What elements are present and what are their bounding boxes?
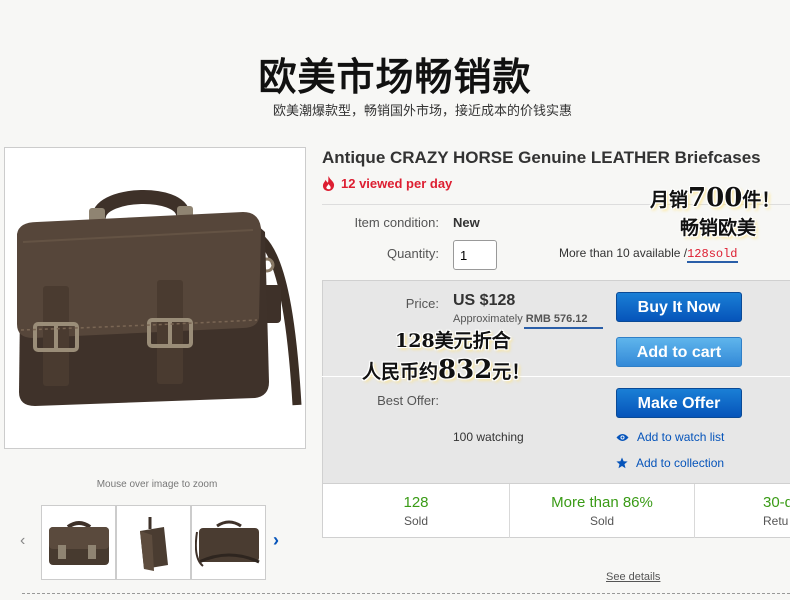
- condition-value: New: [453, 215, 480, 230]
- see-details-link[interactable]: See details: [606, 571, 660, 583]
- best-offer-label: Best Offer:: [377, 393, 439, 408]
- add-to-watch-list-link[interactable]: Add to watch list: [616, 430, 724, 444]
- make-offer-button[interactable]: Make Offer: [616, 388, 742, 418]
- quantity-label: Quantity:: [386, 246, 439, 261]
- promo-rmb-price: 人民币约832元！: [362, 355, 530, 385]
- flame-icon: [322, 176, 335, 191]
- stats-strip: 128 Sold More than 86% Sold 30-d Retu: [323, 483, 790, 538]
- condition-label: Item condition:: [354, 215, 439, 230]
- eye-icon: [616, 433, 629, 441]
- banner-subtitle: 欧美潮爆款型，畅销国外市场，接近成本的价钱实惠: [272, 104, 572, 119]
- briefcase-thumb-side: [139, 516, 168, 571]
- promo-number: 700: [688, 183, 743, 213]
- stat-value: 128: [403, 494, 429, 511]
- promo-text: 元！: [492, 361, 531, 383]
- thumbnail-front[interactable]: [41, 505, 116, 580]
- approx-label: Approximately: [453, 313, 523, 325]
- briefcase-image: [17, 190, 302, 406]
- viewed-per-day: 12 viewed per day: [322, 176, 452, 191]
- main-product-image[interactable]: [4, 147, 306, 449]
- approx-rmb: RMB 576.12: [525, 313, 588, 325]
- dashed-divider: [22, 593, 790, 594]
- add-to-collection-link[interactable]: Add to collection: [616, 456, 724, 470]
- stat-returns: 30-d Retu: [695, 484, 790, 538]
- star-icon: [616, 457, 628, 469]
- viewed-text: 12 viewed per day: [341, 176, 453, 191]
- price-label: Price:: [405, 296, 439, 311]
- promo-bestseller: 畅销欧美: [680, 217, 757, 239]
- briefcase-thumb-open: [194, 520, 260, 567]
- promo-text: 人民币约: [362, 361, 439, 383]
- rmb-underline: [524, 327, 603, 329]
- listing-title: Antique CRAZY HORSE Genuine LEATHER Brie…: [322, 148, 761, 167]
- briefcase-thumb-front: [48, 520, 109, 565]
- stat-sold: 128 Sold: [323, 484, 510, 538]
- thumbnail-side[interactable]: [116, 505, 191, 580]
- promo-text: 件！: [742, 189, 781, 211]
- chevron-left-icon[interactable]: ‹: [20, 532, 25, 550]
- chevron-right-icon[interactable]: ›: [273, 530, 279, 551]
- thumbnail-open[interactable]: [191, 505, 266, 580]
- add-to-cart-button[interactable]: Add to cart: [616, 337, 742, 367]
- promo-monthly-sales: 月销700件！: [650, 183, 780, 213]
- availability: More than 10 available /128sold: [559, 246, 738, 263]
- banner-title: 欧美市场畅销款: [258, 55, 532, 99]
- stat-value: More than 86%: [551, 494, 653, 511]
- quantity-input[interactable]: [453, 240, 497, 270]
- watching-count: 100 watching: [453, 430, 524, 444]
- stat-label: Sold: [589, 514, 615, 528]
- sold-count: 128sold: [687, 247, 738, 263]
- stat-sold-rate: More than 86% Sold: [510, 484, 695, 538]
- buy-it-now-button[interactable]: Buy It Now: [616, 292, 742, 322]
- stat-label: Retu: [763, 514, 789, 528]
- promo-conversion: 128美元折合: [395, 330, 511, 352]
- price-value: US $128: [453, 292, 516, 309]
- approx-price: Approximately RMB 576.12: [453, 313, 588, 325]
- stat-label: Sold: [403, 514, 429, 528]
- zoom-hint: Mouse over image to zoom: [96, 479, 218, 490]
- collection-label: Add to collection: [636, 456, 725, 470]
- availability-text: More than 10 available /: [559, 246, 688, 260]
- stat-value: 30-d: [763, 494, 790, 511]
- promo-number: 832: [438, 355, 493, 385]
- watch-list-label: Add to watch list: [637, 430, 725, 444]
- promo-text: 月销: [650, 189, 689, 211]
